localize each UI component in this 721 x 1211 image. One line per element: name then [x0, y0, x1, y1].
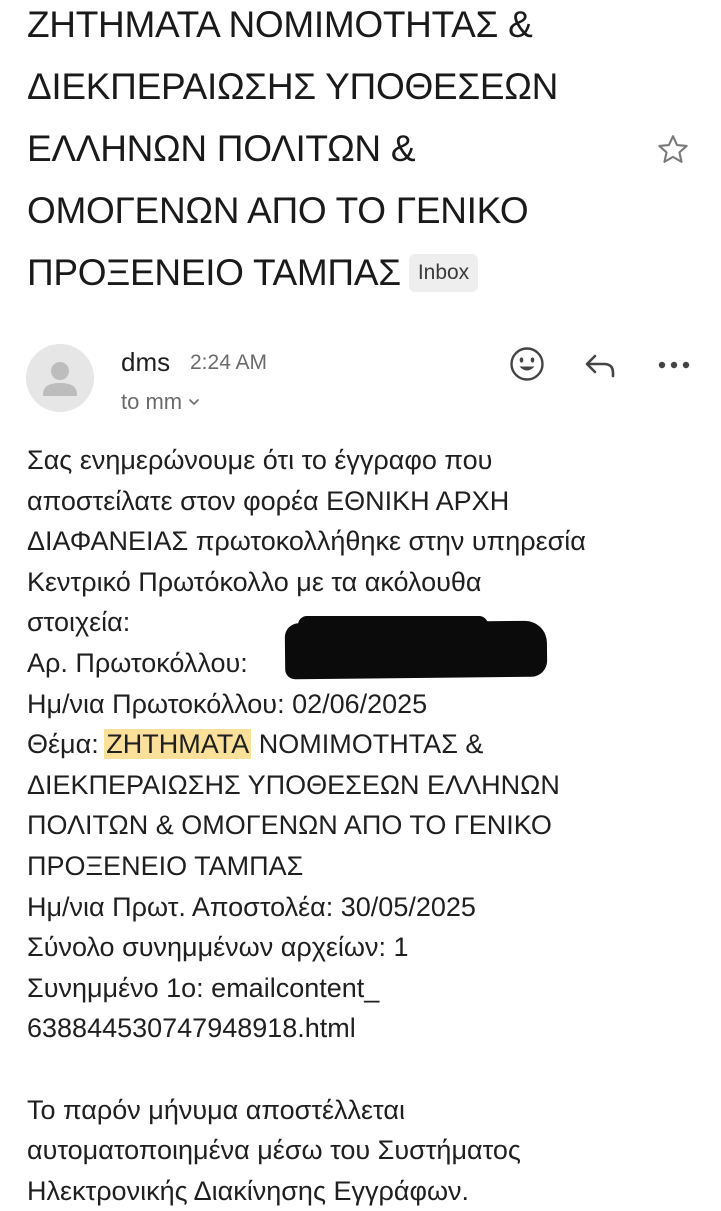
email-subject: ΖΗΤΗΜΑΤΑ ΝΟΜΙΜΟΤΗΤΑΣ & ΔΙΕΚΠΕΡΑΙΩΣΗΣ ΥΠΟ…	[27, 0, 647, 304]
topic-line: ΠΟΛΙΤΩΝ & ΟΜΟΓΕΝΩΝ ΑΠΟ ΤΟ ΓΕΝΙΚΟ	[27, 810, 552, 841]
body-line: ΔΙΑΦΑΝΕΙΑΣ πρωτοκολλήθηκε στην υπηρεσία	[27, 526, 586, 557]
sender-name[interactable]: dms	[121, 346, 170, 378]
footer-line: Το παρόν μήνυμα αποστέλλεται	[27, 1094, 405, 1125]
topic-label: Θέμα:	[27, 729, 99, 760]
subject-line: ΕΛΛΗΝΩΝ ΠΟΛΙΤΩΝ &	[27, 128, 416, 169]
email-time: 2:24 AM	[190, 351, 268, 374]
topic-line: Θέμα: ΖΗΤΗΜΑΤΑ ΝΟΜΙΜΟΤΗΤΑΣ &	[27, 724, 707, 765]
chevron-down-icon	[188, 386, 200, 414]
reply-icon[interactable]	[580, 344, 620, 384]
body-line: Κεντρικό Πρωτόκολλο με τα ακόλουθα	[27, 566, 482, 597]
protocol-date-line: Ημ/νια Πρωτοκόλλου: 02/06/2025	[27, 688, 428, 719]
inbox-label-badge[interactable]: Inbox	[408, 254, 479, 292]
subject-line: ΔΙΕΚΠΕΡΑΙΩΣΗΣ ΥΠΟΘΕΣΕΩΝ	[27, 66, 559, 107]
email-body: Σας ενημερώνουμε ότι το έγγραφο που αποσ…	[27, 440, 707, 1211]
subject-line-last: ΠΡΟΞΕΝΕΙΟ ΤΑΜΠΑΣ Inbox	[27, 242, 647, 304]
attachment-line: Συνημμένο 1ο: emailcontent_	[27, 972, 380, 1003]
subject-line-text: ΠΡΟΞΕΝΕΙΟ ΤΑΜΠΑΣ	[27, 252, 401, 293]
person-placeholder-icon	[43, 362, 77, 396]
attachment-line: 638844530747948918.html	[27, 1013, 356, 1044]
recipient-text: to mm	[121, 389, 183, 414]
subject-line: ΟΜΟΓΕΝΩΝ ΑΠΟ ΤΟ ΓΕΝΙΚΟ	[27, 190, 529, 231]
subject-line: ΖΗΤΗΜΑΤΑ ΝΟΜΙΜΟΤΗΤΑΣ &	[27, 4, 533, 45]
redaction-mark	[298, 616, 488, 634]
footer-line: Ηλεκτρονικής Διακίνησης Εγγράφων.	[27, 1175, 470, 1206]
footer-line: αυτοματοποιημένα μέσω του Συστήματος	[27, 1135, 521, 1166]
recipient-toggle[interactable]: to mm	[121, 386, 200, 416]
emoji-reaction-icon[interactable]	[507, 344, 547, 384]
star-icon[interactable]	[655, 132, 691, 168]
topic-text: ΝΟΜΙΜΟΤΗΤΑΣ &	[251, 729, 484, 760]
sender-date-line: Ημ/νια Πρωτ. Αποστολέα: 30/05/2025	[27, 891, 476, 922]
attachments-count-line: Σύνολο συνημμένων αρχείων: 1	[27, 932, 409, 963]
more-horizontal-icon[interactable]	[654, 344, 694, 384]
topic-line: ΠΡΟΞΕΝΕΙΟ ΤΑΜΠΑΣ	[27, 850, 304, 881]
body-line: Σας ενημερώνουμε ότι το έγγραφο που	[27, 445, 493, 475]
search-highlight: ΖΗΤΗΜΑΤΑ	[104, 729, 252, 760]
body-line: αποστείλατε στον φορέα ΕΘΝΙΚΗ ΑΡΧΗ	[27, 485, 510, 516]
topic-line: ΔΙΕΚΠΕΡΑΙΩΣΗΣ ΥΠΟΘΕΣΕΩΝ ΕΛΛΗΝΩΝ	[27, 769, 560, 800]
sender-avatar[interactable]	[26, 344, 94, 412]
